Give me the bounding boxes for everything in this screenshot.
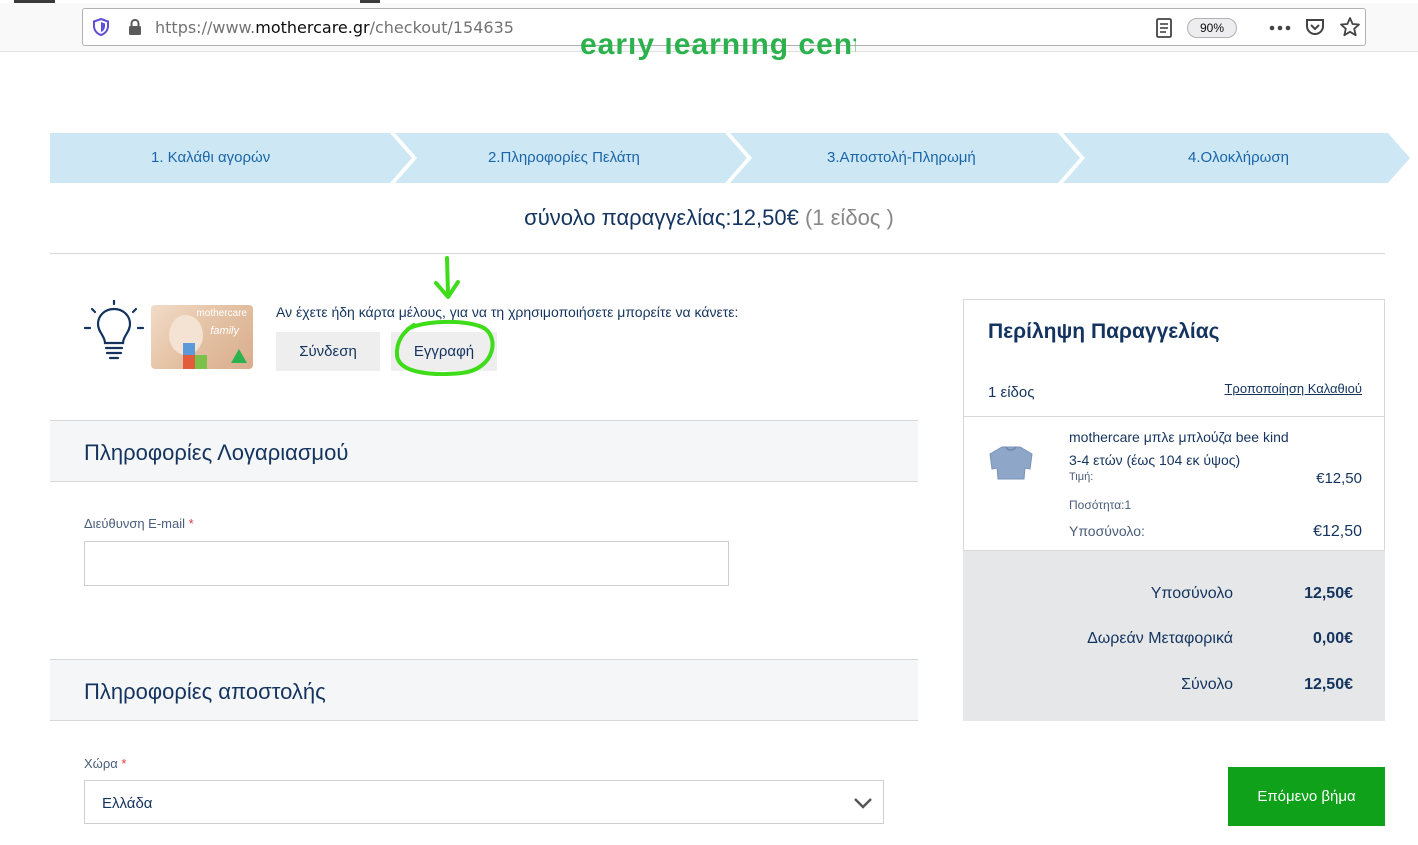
required-mark: * bbox=[188, 516, 194, 531]
site-logo[interactable]: early learning centre bbox=[580, 38, 856, 60]
product-quantity: Ποσότητα:1 bbox=[1069, 498, 1132, 512]
email-label: Διεύθυνση E-mail * bbox=[84, 516, 194, 531]
order-totals: Υποσύνολο 12,50€ Δωρεάν Μεταφορικά 0,00€… bbox=[963, 551, 1385, 721]
edit-cart-link[interactable]: Τροποποίηση Καλαθιού bbox=[1224, 381, 1362, 396]
order-summary-count: 1 είδος bbox=[988, 384, 1035, 401]
step-1-cart[interactable]: 1. Καλάθι αγορών bbox=[151, 149, 270, 166]
url-prefix: https://www. bbox=[155, 18, 256, 37]
site-logo-text: early learning centre bbox=[580, 38, 856, 60]
chevron-down-icon bbox=[854, 798, 872, 809]
product-subtotal-label: Υποσύνολο: bbox=[1069, 523, 1145, 539]
card-toy-block bbox=[195, 355, 207, 369]
card-toy-block bbox=[183, 343, 195, 355]
reader-view-icon[interactable] bbox=[1155, 18, 1173, 38]
subtotal-label: Υποσύνολο bbox=[1150, 585, 1233, 602]
elc-logo-icon bbox=[231, 349, 247, 363]
product-name[interactable]: mothercare μπλε μπλούζα bee kind bbox=[1069, 429, 1289, 445]
product-size: 3-4 ετών (έως 104 εκ ύψος) bbox=[1069, 452, 1241, 468]
pocket-icon[interactable] bbox=[1305, 17, 1325, 37]
order-total: σύνολο παραγγελίας:12,50€ (1 είδος ) bbox=[0, 205, 1418, 231]
card-toy-block bbox=[183, 355, 195, 369]
account-info-header: Πληροφορίες Λογαριασμού bbox=[50, 420, 918, 482]
country-label-text: Χώρα bbox=[84, 756, 118, 771]
total-label: Σύνολο bbox=[1181, 676, 1233, 693]
lock-icon[interactable] bbox=[127, 18, 143, 36]
annotation-arrow-circle bbox=[394, 256, 495, 377]
card-brand-text: mothercare bbox=[196, 308, 247, 319]
url-host: mothercare.gr bbox=[255, 18, 370, 37]
url-text[interactable]: https://www.mothercare.gr/checkout/15463… bbox=[155, 18, 514, 37]
shipping-value: 0,00€ bbox=[1312, 630, 1353, 647]
required-mark: * bbox=[121, 756, 127, 771]
product-thumbnail[interactable] bbox=[988, 445, 1034, 481]
total-value: 12,50€ bbox=[1304, 676, 1353, 693]
product-price-label: Τιμή: bbox=[1069, 471, 1094, 483]
subtotal-value: 12,50€ bbox=[1304, 585, 1353, 602]
country-select-value: Ελλάδα bbox=[102, 795, 153, 812]
divider bbox=[50, 253, 1385, 254]
step-4-completion[interactable]: 4.Ολοκλήρωση bbox=[1188, 149, 1289, 166]
country-label: Χώρα * bbox=[84, 756, 126, 771]
lightbulb-icon bbox=[84, 300, 144, 360]
email-field[interactable] bbox=[84, 541, 729, 586]
checkout-steps: 1. Καλάθι αγορών 2.Πληροφορίες Πελάτη 3.… bbox=[50, 133, 1410, 183]
shipping-label: Δωρεάν Μεταφορικά bbox=[1087, 630, 1233, 647]
order-summary: Περίληψη Παραγγελίας 1 είδος Τροποποίηση… bbox=[963, 299, 1385, 551]
divider bbox=[964, 416, 1384, 417]
step-3-shipping-payment[interactable]: 3.Αποστολή-Πληρωμή bbox=[827, 149, 976, 166]
shipping-info-header: Πληροφορίες αποστολής bbox=[50, 659, 918, 721]
member-prompt: Αν έχετε ήδη κάρτα μέλους, για να τη χρη… bbox=[276, 304, 739, 320]
order-summary-title: Περίληψη Παραγγελίας bbox=[988, 320, 1220, 343]
url-path: /checkout/154635 bbox=[369, 18, 514, 37]
order-total-count: (1 είδος ) bbox=[804, 205, 894, 230]
step-2-customer-info[interactable]: 2.Πληροφορίες Πελάτη bbox=[488, 149, 640, 166]
account-info-title: Πληροφορίες Λογαριασμού bbox=[84, 440, 349, 465]
member-card-image: mothercare family bbox=[151, 305, 253, 369]
card-family-text: family bbox=[210, 325, 239, 337]
product-subtotal: €12,50 bbox=[1313, 523, 1362, 540]
shipping-info-title: Πληροφορίες αποστολής bbox=[84, 679, 326, 704]
tracking-protection-shield-icon[interactable] bbox=[92, 18, 110, 36]
product-price: €12,50 bbox=[1316, 470, 1362, 487]
bookmark-star-icon[interactable] bbox=[1339, 16, 1361, 38]
next-step-button[interactable]: Επόμενο βήμα bbox=[1228, 767, 1385, 826]
zoom-badge[interactable]: 90% bbox=[1187, 18, 1237, 38]
country-select[interactable]: Ελλάδα bbox=[84, 780, 884, 824]
login-button[interactable]: Σύνδεση bbox=[276, 332, 380, 371]
email-label-text: Διεύθυνση E-mail bbox=[84, 516, 186, 531]
order-total-amount: σύνολο παραγγελίας:12,50€ bbox=[524, 205, 799, 230]
tab-strip bbox=[0, 0, 1418, 3]
more-actions-icon[interactable] bbox=[1269, 25, 1291, 31]
